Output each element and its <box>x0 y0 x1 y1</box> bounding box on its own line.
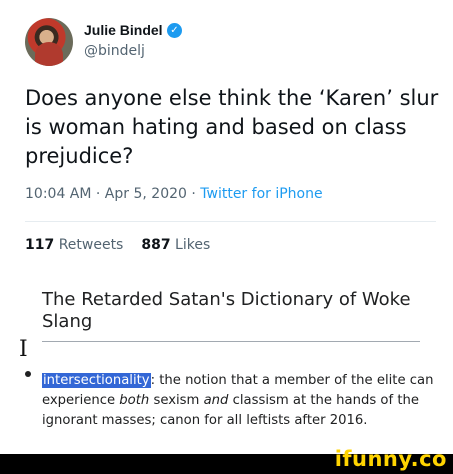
likes-count: 887 <box>141 237 171 253</box>
tweet-meta: 10:04 AM · Apr 5, 2020 · Twitter for iPh… <box>25 186 323 202</box>
author-name[interactable]: Julie Bindel <box>84 22 163 38</box>
embedded-title-rule <box>42 341 420 342</box>
verified-badge-icon: ✓ <box>167 23 182 38</box>
bullet-icon <box>25 371 31 377</box>
text-cursor-icon: I <box>19 337 28 362</box>
definition-emphasis: both <box>119 393 150 408</box>
retweets-label: Retweets <box>58 237 124 253</box>
author-handle[interactable]: @bindelj <box>84 43 145 59</box>
tweet-timestamp[interactable]: 10:04 AM · Apr 5, 2020 · <box>25 186 200 202</box>
likes-stat[interactable]: 887 Likes <box>141 237 210 253</box>
tweet-source-link[interactable]: Twitter for iPhone <box>200 186 322 202</box>
avatar[interactable] <box>25 18 73 66</box>
ifunny-watermark-logo: ifunny.co <box>334 447 447 471</box>
highlighted-term: intersectionality <box>42 373 151 388</box>
tweet-stats: 117 Retweets 887 Likes <box>25 237 210 253</box>
embedded-definition: intersectionality: the notion that a mem… <box>42 371 442 431</box>
retweets-count: 117 <box>25 237 55 253</box>
retweets-stat[interactable]: 117 Retweets <box>25 237 123 253</box>
tweet-text: Does anyone else think the ‘Karen’ slur … <box>25 86 439 168</box>
definition-emphasis: and <box>203 393 229 408</box>
definition-part: sexism <box>149 393 204 408</box>
divider <box>25 221 436 222</box>
likes-label: Likes <box>175 237 211 253</box>
embedded-image-title: The Retarded Satan's Dictionary of Woke … <box>42 289 411 332</box>
